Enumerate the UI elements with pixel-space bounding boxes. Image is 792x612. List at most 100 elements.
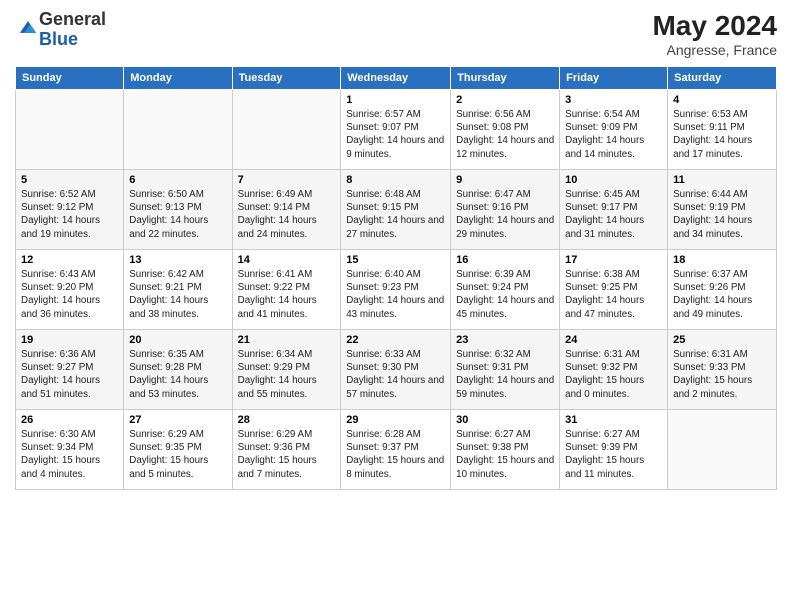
day-number: 22 xyxy=(346,334,445,346)
day-info: Sunrise: 6:41 AMSunset: 9:22 PMDaylight:… xyxy=(238,268,336,321)
week-row-4: 26Sunrise: 6:30 AMSunset: 9:34 PMDayligh… xyxy=(16,410,777,490)
sunrise-text: Sunrise: 6:40 AM xyxy=(346,268,445,281)
table-row: 31Sunrise: 6:27 AMSunset: 9:39 PMDayligh… xyxy=(560,410,668,490)
table-row: 29Sunrise: 6:28 AMSunset: 9:37 PMDayligh… xyxy=(341,410,451,490)
day-number: 3 xyxy=(565,94,662,106)
table-row: 13 Sunrise: 6:42 AMSunset: 9:21 PMDayligh… xyxy=(124,250,232,330)
col-monday: Monday xyxy=(124,67,232,90)
table-row: 18Sunrise: 6:37 AMSunset: 9:26 PMDayligh… xyxy=(668,250,777,330)
daylight-text: Daylight: 14 hours and 45 minutes. xyxy=(456,294,554,320)
sunset-text: Sunset: 9:17 PM xyxy=(565,201,662,214)
sunset-text: Sunset: 9:12 PM xyxy=(21,201,118,214)
table-row: 12Sunrise: 6:43 AMSunset: 9:20 PMDayligh… xyxy=(16,250,124,330)
table-row xyxy=(232,90,341,170)
sunrise-text: Sunrise: 6:49 AM xyxy=(238,188,336,201)
day-number: 8 xyxy=(346,174,445,186)
table-row: 8Sunrise: 6:48 AMSunset: 9:15 PMDaylight… xyxy=(341,170,451,250)
table-row: 10Sunrise: 6:45 AMSunset: 9:17 PMDayligh… xyxy=(560,170,668,250)
sunrise-text: Sunrise: 6:29 AM xyxy=(238,428,336,441)
table-row xyxy=(16,90,124,170)
sunrise-text: Sunrise: 6:44 AM xyxy=(673,188,771,201)
sunset-text: Sunset: 9:25 PM xyxy=(565,281,662,294)
day-info: Sunrise: 6:28 AMSunset: 9:37 PMDaylight:… xyxy=(346,428,445,481)
daylight-text: Daylight: 15 hours and 5 minutes. xyxy=(129,454,226,480)
sunrise-text: Sunrise: 6:39 AM xyxy=(456,268,554,281)
day-number: 7 xyxy=(238,174,336,186)
sunrise-text: Sunrise: 6:32 AM xyxy=(456,348,554,361)
daylight-text: Daylight: 14 hours and 24 minutes. xyxy=(238,214,336,240)
daylight-text: Daylight: 14 hours and 57 minutes. xyxy=(346,374,445,400)
day-info: Sunrise: 6:31 AMSunset: 9:33 PMDaylight:… xyxy=(673,348,771,401)
week-row-3: 19 Sunrise: 6:36 AMSunset: 9:27 PMDayligh… xyxy=(16,330,777,410)
sunset-text: Sunset: 9:39 PM xyxy=(565,441,662,454)
sunset-text: Sunset: 9:21 PM xyxy=(129,281,226,294)
day-number: 13 xyxy=(129,254,226,266)
week-row-0: 1Sunrise: 6:57 AMSunset: 9:07 PMDaylight… xyxy=(16,90,777,170)
page: General Blue May 2024 Angresse, France S… xyxy=(0,0,792,612)
table-row: 21 Sunrise: 6:34 AMSunset: 9:29 PMDayligh… xyxy=(232,330,341,410)
day-number: 23 xyxy=(456,334,554,346)
sunrise-text: Sunrise: 6:41 AM xyxy=(238,268,336,281)
daylight-text: Daylight: 14 hours and 9 minutes. xyxy=(346,134,445,160)
sunset-text: Sunset: 9:26 PM xyxy=(673,281,771,294)
day-info: Sunrise: 6:52 AMSunset: 9:12 PMDaylight:… xyxy=(21,188,118,241)
day-info: Sunrise: 6:44 AMSunset: 9:19 PMDaylight:… xyxy=(673,188,771,241)
col-friday: Friday xyxy=(560,67,668,90)
daylight-text: Daylight: 14 hours and 27 minutes. xyxy=(346,214,445,240)
table-row: 20Sunrise: 6:35 AMSunset: 9:28 PMDayligh… xyxy=(124,330,232,410)
calendar-table: Sunday Monday Tuesday Wednesday Thursday… xyxy=(15,66,777,490)
sunrise-text: Sunrise: 6:27 AM xyxy=(565,428,662,441)
day-number: 4 xyxy=(673,94,771,106)
day-number: 19 xyxy=(21,334,118,346)
sunset-text: Sunset: 9:16 PM xyxy=(456,201,554,214)
day-number: 21 xyxy=(238,334,336,346)
day-info: Sunrise: 6:34 AMSunset: 9:29 PMDaylight:… xyxy=(238,348,336,401)
table-row: 26Sunrise: 6:30 AMSunset: 9:34 PMDayligh… xyxy=(16,410,124,490)
week-row-2: 12Sunrise: 6:43 AMSunset: 9:20 PMDayligh… xyxy=(16,250,777,330)
sunset-text: Sunset: 9:33 PM xyxy=(673,361,771,374)
day-number: 11 xyxy=(673,174,771,186)
sunset-text: Sunset: 9:27 PM xyxy=(21,361,118,374)
title-block: May 2024 Angresse, France xyxy=(652,10,777,58)
sunrise-text: Sunrise: 6:52 AM xyxy=(21,188,118,201)
sunrise-text: Sunrise: 6:45 AM xyxy=(565,188,662,201)
sunrise-text: Sunrise: 6:48 AM xyxy=(346,188,445,201)
table-row: 23Sunrise: 6:32 AMSunset: 9:31 PMDayligh… xyxy=(451,330,560,410)
day-number: 25 xyxy=(673,334,771,346)
sunrise-text: Sunrise: 6:33 AM xyxy=(346,348,445,361)
day-info: Sunrise: 6:42 AMSunset: 9:21 PMDaylight:… xyxy=(129,268,226,321)
sunrise-text: Sunrise: 6:35 AM xyxy=(129,348,226,361)
sunset-text: Sunset: 9:35 PM xyxy=(129,441,226,454)
calendar-header-row: Sunday Monday Tuesday Wednesday Thursday… xyxy=(16,67,777,90)
daylight-text: Daylight: 14 hours and 19 minutes. xyxy=(21,214,118,240)
day-info: Sunrise: 6:53 AMSunset: 9:11 PMDaylight:… xyxy=(673,108,771,161)
sunset-text: Sunset: 9:34 PM xyxy=(21,441,118,454)
day-info: Sunrise: 6:38 AMSunset: 9:25 PMDaylight:… xyxy=(565,268,662,321)
day-info: Sunrise: 6:50 AMSunset: 9:13 PMDaylight:… xyxy=(129,188,226,241)
daylight-text: Daylight: 15 hours and 2 minutes. xyxy=(673,374,771,400)
table-row xyxy=(124,90,232,170)
day-info: Sunrise: 6:57 AMSunset: 9:07 PMDaylight:… xyxy=(346,108,445,161)
day-info: Sunrise: 6:54 AMSunset: 9:09 PMDaylight:… xyxy=(565,108,662,161)
logo: General Blue xyxy=(15,10,106,50)
table-row: 27Sunrise: 6:29 AMSunset: 9:35 PMDayligh… xyxy=(124,410,232,490)
logo-general: General xyxy=(39,9,106,29)
daylight-text: Daylight: 15 hours and 4 minutes. xyxy=(21,454,118,480)
week-row-1: 5Sunrise: 6:52 AMSunset: 9:12 PMDaylight… xyxy=(16,170,777,250)
table-row: 11 Sunrise: 6:44 AMSunset: 9:19 PMDayligh… xyxy=(668,170,777,250)
sunset-text: Sunset: 9:22 PM xyxy=(238,281,336,294)
day-info: Sunrise: 6:36 AMSunset: 9:27 PMDaylight:… xyxy=(21,348,118,401)
table-row: 25 Sunrise: 6:31 AMSunset: 9:33 PMDayligh… xyxy=(668,330,777,410)
sunrise-text: Sunrise: 6:38 AM xyxy=(565,268,662,281)
sunset-text: Sunset: 9:14 PM xyxy=(238,201,336,214)
sunset-text: Sunset: 9:31 PM xyxy=(456,361,554,374)
daylight-text: Daylight: 14 hours and 49 minutes. xyxy=(673,294,771,320)
col-saturday: Saturday xyxy=(668,67,777,90)
daylight-text: Daylight: 14 hours and 17 minutes. xyxy=(673,134,771,160)
daylight-text: Daylight: 15 hours and 8 minutes. xyxy=(346,454,445,480)
table-row: 1Sunrise: 6:57 AMSunset: 9:07 PMDaylight… xyxy=(341,90,451,170)
day-number: 17 xyxy=(565,254,662,266)
day-number: 20 xyxy=(129,334,226,346)
sunset-text: Sunset: 9:28 PM xyxy=(129,361,226,374)
title-location: Angresse, France xyxy=(652,42,777,58)
